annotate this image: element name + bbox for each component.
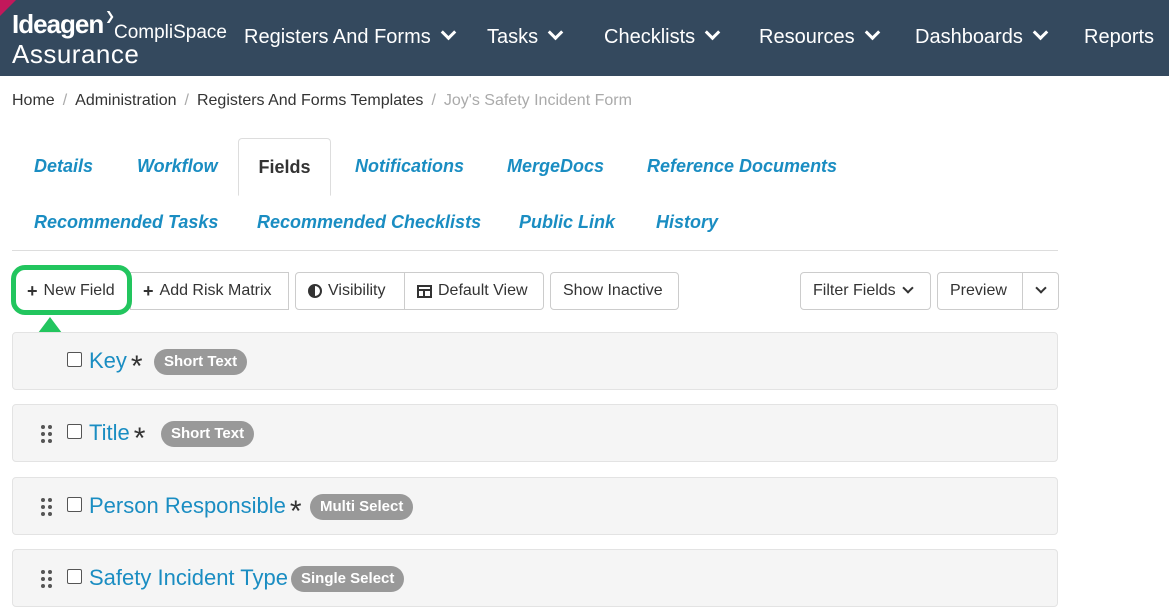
field-row-safety-incident-type[interactable]: Safety Incident Type Single Select — [12, 549, 1058, 607]
breadcrumb-administration[interactable]: Administration — [75, 92, 176, 109]
breadcrumb-separator: / — [62, 92, 68, 109]
tab-recommended-checklists[interactable]: Recommended Checklists — [257, 212, 481, 233]
table-icon — [417, 284, 432, 298]
nav-tasks[interactable]: Tasks — [487, 24, 564, 50]
drag-handle-icon[interactable] — [41, 425, 53, 443]
brand-mark-icon: ❯ — [105, 9, 116, 23]
button-label: Add Risk Matrix — [159, 282, 272, 299]
breadcrumb: Home / Administration / Registers And Forms … — [12, 92, 632, 110]
tab-mergedocs[interactable]: MergeDocs — [507, 156, 604, 177]
field-type-badge: Single Select — [291, 566, 405, 592]
visibility-button[interactable]: Visibility — [295, 272, 405, 310]
tab-history[interactable]: History — [656, 212, 718, 233]
nav-label: Reports — [1084, 26, 1155, 48]
nav-label: Resources — [759, 26, 855, 48]
highlight-box — [11, 265, 132, 315]
nav-resources[interactable]: Resources — [759, 24, 880, 50]
field-checkbox[interactable] — [67, 424, 82, 439]
tabs-divider — [12, 250, 1058, 251]
plus-icon: + — [143, 281, 154, 301]
contrast-icon — [308, 284, 322, 298]
tab-recommended-tasks[interactable]: Recommended Tasks — [34, 212, 218, 233]
field-name: Key — [89, 348, 127, 373]
breadcrumb-current: Joy's Safety Incident Form — [443, 92, 632, 109]
tab-workflow[interactable]: Workflow — [137, 156, 218, 177]
field-checkbox[interactable] — [67, 569, 82, 584]
nav-label: Dashboards — [915, 26, 1023, 48]
drag-handle-icon[interactable] — [41, 570, 53, 588]
breadcrumb-separator: / — [184, 92, 189, 109]
button-label: Show Inactive — [563, 282, 663, 299]
field-checkbox[interactable] — [67, 352, 82, 367]
field-name-link[interactable]: Safety Incident Type — [89, 565, 288, 591]
breadcrumb-registers-templates[interactable]: Registers And Forms Templates — [197, 92, 423, 109]
field-name-link[interactable]: Key * — [89, 348, 143, 382]
field-name-link[interactable]: Title * — [89, 420, 145, 454]
breadcrumb-home[interactable]: Home — [12, 92, 55, 109]
field-name: Safety Incident Type — [89, 565, 288, 590]
nav-label: Registers And Forms — [244, 26, 431, 48]
nav-label: Tasks — [487, 26, 539, 48]
nav-checklists[interactable]: Checklists — [604, 24, 721, 50]
chevron-down-icon — [902, 282, 914, 294]
field-name-link[interactable]: Person Responsible * — [89, 493, 302, 527]
tab-fields[interactable]: Fields — [238, 138, 331, 196]
tab-public-link[interactable]: Public Link — [519, 212, 615, 233]
button-label: Default View — [438, 282, 528, 299]
tab-reference-documents[interactable]: Reference Documents — [647, 156, 837, 177]
tab-notifications[interactable]: Notifications — [355, 156, 464, 177]
field-row-key[interactable]: Key * Short Text — [12, 332, 1058, 390]
field-type-badge: Short Text — [154, 349, 248, 375]
top-navbar: Ideagen ❯ CompliSpace Assurance Register… — [0, 0, 1169, 76]
brand-logo[interactable]: Ideagen ❯ CompliSpace Assurance — [12, 9, 227, 69]
nav-dashboards[interactable]: Dashboards — [915, 24, 1049, 50]
required-asterisk-icon: * — [133, 422, 146, 455]
chevron-down-icon — [864, 24, 880, 41]
button-label: Visibility — [328, 282, 386, 299]
button-label: Preview — [950, 282, 1007, 299]
field-name: Person Responsible — [89, 493, 286, 518]
default-view-button[interactable]: Default View — [404, 272, 544, 310]
chevron-down-icon — [1032, 24, 1049, 41]
tab-details[interactable]: Details — [34, 156, 93, 177]
button-label: Filter Fields — [813, 282, 896, 299]
field-type-badge: Multi Select — [310, 494, 414, 520]
show-inactive-button[interactable]: Show Inactive — [550, 272, 679, 310]
nav-registers-and-forms[interactable]: Registers And Forms — [244, 24, 457, 50]
breadcrumb-separator: / — [431, 92, 436, 109]
preview-button[interactable]: Preview — [937, 272, 1023, 310]
preview-options-dropdown[interactable] — [1022, 272, 1059, 310]
brand-assurance: Assurance — [12, 39, 140, 69]
brand-top-line: Ideagen — [12, 9, 104, 40]
filter-fields-dropdown[interactable]: Filter Fields — [800, 272, 931, 310]
brand-ideagen: Ideagen — [12, 9, 104, 39]
field-row-person-responsible[interactable]: Person Responsible * Multi Select — [12, 477, 1058, 535]
field-row-title[interactable]: Title * Short Text — [12, 404, 1058, 462]
required-asterisk-icon: * — [289, 495, 302, 528]
chevron-down-icon — [440, 24, 457, 41]
field-checkbox[interactable] — [67, 497, 82, 512]
nav-reports[interactable]: Reports — [1084, 24, 1154, 50]
required-asterisk-icon: * — [130, 350, 143, 383]
nav-label: Checklists — [604, 26, 696, 48]
chevron-down-icon — [547, 24, 564, 41]
drag-handle-icon[interactable] — [41, 498, 53, 516]
field-name: Title — [89, 420, 130, 445]
field-type-badge: Short Text — [161, 421, 255, 447]
chevron-down-icon — [704, 24, 721, 41]
add-risk-matrix-button[interactable]: + Add Risk Matrix — [130, 272, 289, 310]
chevron-down-icon — [1034, 282, 1047, 294]
